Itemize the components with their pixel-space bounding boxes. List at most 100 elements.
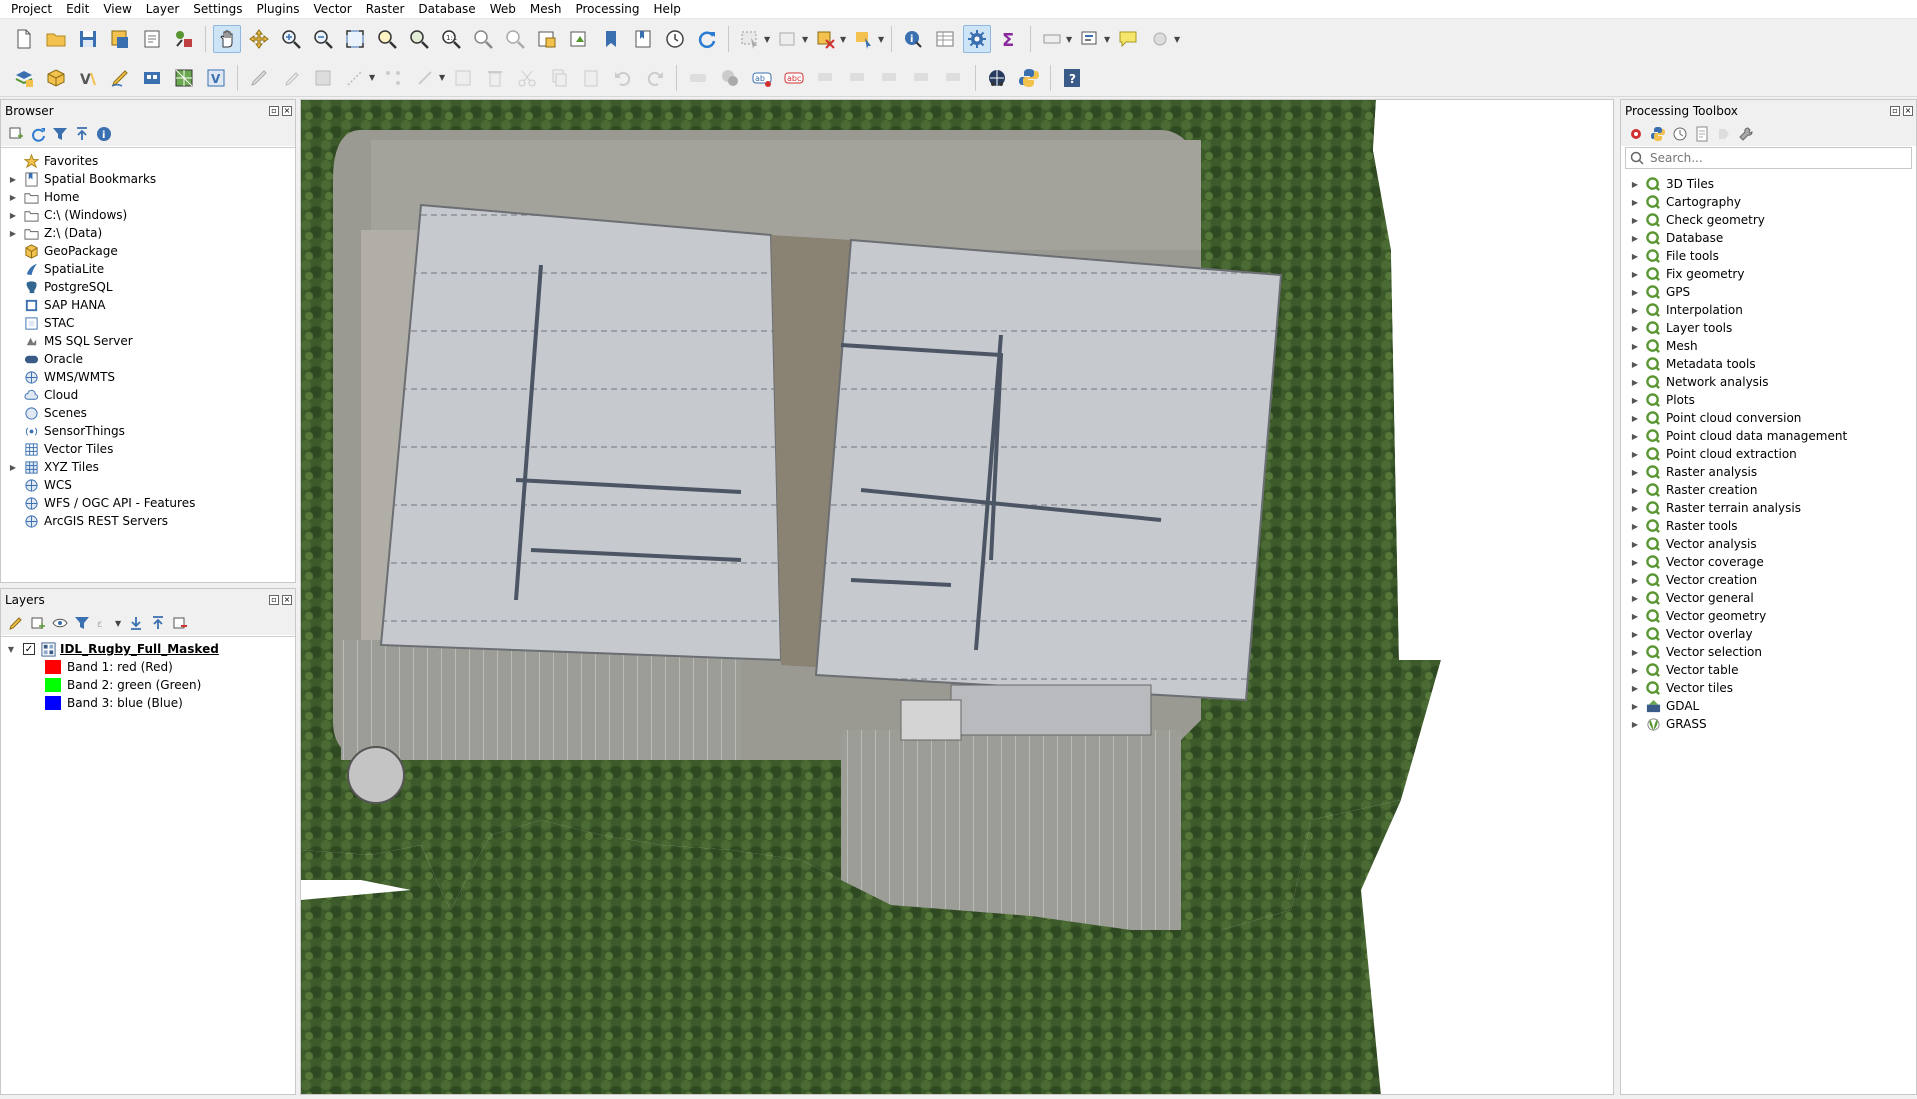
data-source-manager-button[interactable] xyxy=(10,64,38,92)
browser-item-arcgis[interactable]: ArcGIS REST Servers xyxy=(7,512,295,530)
chevron-right-icon[interactable]: ▶ xyxy=(1629,448,1641,460)
pan-to-selection-button[interactable] xyxy=(245,25,273,53)
history-icon[interactable] xyxy=(1671,125,1689,143)
menu-vector[interactable]: Vector xyxy=(306,0,358,19)
statistics-button[interactable]: Σ xyxy=(995,25,1023,53)
browser-item-c-drive[interactable]: ▶ C:\ (Windows) xyxy=(7,206,295,224)
manage-visibility-icon[interactable] xyxy=(51,614,69,632)
measure-button[interactable] xyxy=(1038,25,1066,53)
menu-help[interactable]: Help xyxy=(647,0,688,19)
cut-features-button[interactable] xyxy=(513,64,541,92)
chevron-right-icon[interactable]: ▶ xyxy=(1629,268,1641,280)
browser-item-oracle[interactable]: Oracle xyxy=(7,350,295,368)
vertex-tool-button[interactable] xyxy=(379,64,407,92)
chevron-right-icon[interactable]: ▶ xyxy=(1629,538,1641,550)
chevron-down-icon[interactable]: ▼ xyxy=(369,73,377,82)
browser-item-home[interactable]: ▶ Home xyxy=(7,188,295,206)
expand-all-icon[interactable] xyxy=(127,614,145,632)
show-bookmarks-button[interactable] xyxy=(629,25,657,53)
style-manager-button[interactable] xyxy=(170,25,198,53)
remove-layer-icon[interactable] xyxy=(171,614,189,632)
chevron-right-icon[interactable]: ▶ xyxy=(1629,340,1641,352)
browser-item-geopackage[interactable]: GeoPackage xyxy=(7,242,295,260)
browser-item-wcs[interactable]: WCS xyxy=(7,476,295,494)
chevron-right-icon[interactable]: ▶ xyxy=(1629,286,1641,298)
select-location-button[interactable] xyxy=(850,25,878,53)
browser-item-wms[interactable]: WMS/WMTS xyxy=(7,368,295,386)
processing-toolbox-button[interactable] xyxy=(963,25,991,53)
chevron-right-icon[interactable]: ▶ xyxy=(1629,700,1641,712)
attribute-edit-button[interactable] xyxy=(449,64,477,92)
annotation-button[interactable] xyxy=(1114,25,1142,53)
toolbox-group[interactable]: ▶ Vector overlay xyxy=(1629,625,1916,643)
undo-button[interactable] xyxy=(609,64,637,92)
chevron-right-icon[interactable]: ▶ xyxy=(1629,646,1641,658)
refresh-icon[interactable] xyxy=(29,125,47,143)
georeferencer-button[interactable] xyxy=(983,64,1011,92)
save-edits-button[interactable] xyxy=(309,64,337,92)
zoom-selection-button[interactable] xyxy=(373,25,401,53)
close-panel-button[interactable]: × xyxy=(282,595,292,605)
toolbox-group[interactable]: ▶ Plots xyxy=(1629,391,1916,409)
move-label-button[interactable] xyxy=(876,64,904,92)
zoom-out-button[interactable] xyxy=(309,25,337,53)
results-viewer-icon[interactable] xyxy=(1693,125,1711,143)
toolbox-search-input[interactable] xyxy=(1650,151,1911,165)
wrench-icon[interactable] xyxy=(1737,125,1755,143)
chevron-right-icon[interactable]: ▶ xyxy=(1629,682,1641,694)
menu-mesh[interactable]: Mesh xyxy=(523,0,569,19)
new-map-view-button[interactable] xyxy=(533,25,561,53)
collapse-all-icon[interactable] xyxy=(149,614,167,632)
refresh-button[interactable] xyxy=(693,25,721,53)
add-line-button[interactable] xyxy=(341,64,369,92)
chevron-right-icon[interactable]: ▶ xyxy=(7,461,19,473)
chevron-down-icon[interactable]: ▼ xyxy=(840,35,848,44)
chevron-down-icon[interactable]: ▼ xyxy=(1104,35,1112,44)
python-console-button[interactable] xyxy=(1015,64,1043,92)
toolbox-group[interactable]: ▶ GPS xyxy=(1629,283,1916,301)
temporal-controller-button[interactable] xyxy=(661,25,689,53)
add-selected-layers-icon[interactable] xyxy=(7,125,25,143)
redo-button[interactable] xyxy=(641,64,669,92)
new-shapefile-layer-button[interactable]: V xyxy=(74,64,102,92)
add-vector-tile-button[interactable]: V xyxy=(202,64,230,92)
layer-visibility-checkbox[interactable]: ✓ xyxy=(23,643,35,655)
menu-layer[interactable]: Layer xyxy=(139,0,186,19)
menu-raster[interactable]: Raster xyxy=(359,0,412,19)
menu-edit[interactable]: Edit xyxy=(59,0,96,19)
deselect-button[interactable] xyxy=(812,25,840,53)
label-toolbar-button-1[interactable] xyxy=(684,64,712,92)
chevron-right-icon[interactable]: ▶ xyxy=(1629,196,1641,208)
chevron-right-icon[interactable]: ▶ xyxy=(1629,412,1641,424)
chevron-right-icon[interactable]: ▶ xyxy=(1629,628,1641,640)
help-button[interactable]: ? xyxy=(1058,64,1086,92)
menu-plugins[interactable]: Plugins xyxy=(249,0,306,19)
chevron-down-icon[interactable]: ▼ xyxy=(115,619,123,628)
chevron-right-icon[interactable]: ▶ xyxy=(1629,574,1641,586)
toolbox-group[interactable]: ▶ Metadata tools xyxy=(1629,355,1916,373)
browser-item-postgresql[interactable]: PostgreSQL xyxy=(7,278,295,296)
toolbox-group[interactable]: ▶ Vector selection xyxy=(1629,643,1916,661)
toolbox-group[interactable]: ▶ Point cloud conversion xyxy=(1629,409,1916,427)
layer-row[interactable]: ▼ ✓ IDL_Rugby_Full_Masked xyxy=(5,640,295,658)
chevron-right-icon[interactable]: ▶ xyxy=(1629,214,1641,226)
toolbox-group[interactable]: ▶ Raster creation xyxy=(1629,481,1916,499)
paste-features-button[interactable] xyxy=(577,64,605,92)
toolbox-group[interactable]: ▶ Layer tools xyxy=(1629,319,1916,337)
menu-project[interactable]: Project xyxy=(4,0,59,19)
browser-item-vector-tiles[interactable]: Vector Tiles xyxy=(7,440,295,458)
toolbox-group[interactable]: ▶ Check geometry xyxy=(1629,211,1916,229)
toolbox-group[interactable]: ▶ Vector coverage xyxy=(1629,553,1916,571)
add-raster-button[interactable] xyxy=(138,64,166,92)
chevron-right-icon[interactable]: ▶ xyxy=(7,173,19,185)
browser-item-spatial-bookmarks[interactable]: ▶ Spatial Bookmarks xyxy=(7,170,295,188)
browser-item-favorites[interactable]: Favorites xyxy=(7,152,295,170)
toolbox-group[interactable]: ▶ Raster tools xyxy=(1629,517,1916,535)
browser-item-xyz-tiles[interactable]: ▶ XYZ Tiles xyxy=(7,458,295,476)
attribute-table-button[interactable] xyxy=(931,25,959,53)
chevron-right-icon[interactable]: ▶ xyxy=(1629,430,1641,442)
browser-item-mssql[interactable]: MS SQL Server xyxy=(7,332,295,350)
open-project-button[interactable] xyxy=(42,25,70,53)
toolbox-provider[interactable]: ▶ GDAL xyxy=(1629,697,1916,715)
browser-item-cloud[interactable]: Cloud xyxy=(7,386,295,404)
